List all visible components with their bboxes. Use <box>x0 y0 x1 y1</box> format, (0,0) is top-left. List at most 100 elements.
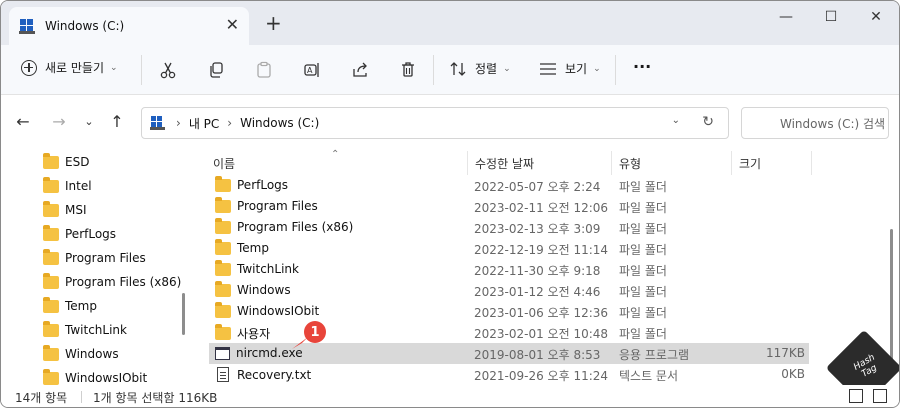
folder-icon <box>215 217 231 234</box>
sort-button[interactable]: 정렬 ⌄ <box>449 60 511 77</box>
folder-icon <box>215 324 231 340</box>
file-name: Temp <box>237 241 269 255</box>
table-row[interactable]: Program Files (x86) 2023-02-13 오후 3:09 파… <box>209 217 809 238</box>
column-divider[interactable] <box>611 151 612 175</box>
table-row[interactable]: Windows 2023-01-12 오전 4:46 파일 폴더 <box>209 280 809 301</box>
item-count: 14개 항목 <box>15 391 68 405</box>
nav-item-label: Program Files <box>65 251 146 265</box>
more-options-button[interactable]: ··· <box>633 57 651 76</box>
status-bar: 14개 항목 1개 항목 선택함 116KB <box>1 385 899 407</box>
refresh-icon[interactable]: ↻ <box>702 114 714 130</box>
up-arrow-icon[interactable]: ↑ <box>107 112 127 131</box>
nav-item-label: WindowsIObit <box>65 371 148 385</box>
file-type: 파일 폴더 <box>619 222 667 236</box>
table-row[interactable]: TwitchLink 2022-11-30 오후 9:18 파일 폴더 <box>209 259 809 280</box>
table-row[interactable]: WindowsIObit 2023-01-06 오후 12:36 파일 폴더 <box>209 301 809 322</box>
new-button-label: 새로 만들기 <box>45 61 105 75</box>
folder-icon <box>43 272 59 289</box>
trash-icon <box>402 62 414 77</box>
nav-item-program-files[interactable]: Program Files <box>43 247 146 269</box>
file-date: 2022-05-07 오후 2:24 <box>474 180 601 194</box>
divider <box>141 55 142 85</box>
tab-windows-c[interactable]: Windows (C:) ✕ <box>9 7 249 45</box>
file-date: 2023-02-01 오전 10:48 <box>474 327 609 341</box>
nav-item-perflogs[interactable]: PerfLogs <box>43 223 116 245</box>
table-row[interactable]: PerfLogs 2022-05-07 오후 2:24 파일 폴더 <box>209 175 809 196</box>
file-date: 2019-08-01 오후 8:53 <box>474 348 601 362</box>
column-header-size[interactable]: 크기 <box>739 149 761 177</box>
column-divider[interactable] <box>731 151 732 175</box>
view-button[interactable]: 보기 ⌄ <box>539 60 601 77</box>
nav-item-label: Windows <box>65 347 119 361</box>
details-view-icon[interactable] <box>849 389 863 403</box>
nav-item-windows[interactable]: Windows <box>43 343 119 365</box>
divider <box>81 391 82 403</box>
new-tab-button[interactable]: + <box>265 13 282 33</box>
copy-icon <box>210 62 223 78</box>
breadcrumb-windows-c[interactable]: Windows (C:) <box>240 116 319 130</box>
share-button[interactable] <box>349 59 371 81</box>
table-row[interactable]: Program Files 2023-02-11 오전 12:06 파일 폴더 <box>209 196 809 217</box>
folder-icon <box>43 344 59 361</box>
column-header-date[interactable]: 수정한 날짜 <box>475 149 534 177</box>
minimize-button[interactable]: — <box>771 9 801 25</box>
file-size: 0KB <box>781 367 805 381</box>
nav-item-intel[interactable]: Intel <box>43 175 92 197</box>
drive-icon <box>19 18 35 34</box>
nav-item-label: ESD <box>65 155 90 169</box>
address-row: ← → ⌄ ↑ › 내 PC › Windows (C:) ⌄ ↻ Window… <box>1 95 899 149</box>
sort-label: 정렬 <box>475 62 498 76</box>
file-date: 2023-02-13 오후 3:09 <box>474 222 601 236</box>
file-list-scrollbar[interactable] <box>890 229 893 375</box>
text-document-icon <box>217 367 229 382</box>
paste-button[interactable] <box>253 59 275 81</box>
file-date: 2023-01-06 오후 12:36 <box>474 306 609 320</box>
new-button[interactable]: 새로 만들기 ⌄ <box>21 59 118 76</box>
address-dropdown-icon[interactable]: ⌄ <box>672 115 680 126</box>
search-input[interactable]: Windows (C:) 검색 <box>741 107 889 139</box>
table-row[interactable]: Temp 2022-12-19 오전 11:14 파일 폴더 <box>209 238 809 259</box>
folder-icon <box>215 280 231 297</box>
file-type: 응용 프로그램 <box>619 348 690 362</box>
nav-item-temp[interactable]: Temp <box>43 295 97 317</box>
navigation-pane: ESD Intel MSI PerfLogs Program Files Pro… <box>1 149 191 385</box>
share-icon <box>353 62 367 77</box>
close-window-button[interactable]: ✕ <box>861 9 891 25</box>
column-divider[interactable] <box>811 151 812 175</box>
sort-icon <box>450 61 466 76</box>
tab-title: Windows (C:) <box>45 19 125 33</box>
file-type: 파일 폴더 <box>619 285 667 299</box>
delete-button[interactable] <box>397 59 419 81</box>
chevron-right-icon: › <box>227 116 233 130</box>
nav-item-esd[interactable]: ESD <box>43 151 89 173</box>
nav-item-label: Intel <box>65 179 92 193</box>
forward-arrow-icon[interactable]: → <box>49 112 69 131</box>
column-header-name[interactable]: 이름 <box>213 149 235 177</box>
folder-icon <box>215 196 231 213</box>
file-name: Program Files (x86) <box>237 220 354 234</box>
back-arrow-icon[interactable]: ← <box>13 112 33 131</box>
search-placeholder: Windows (C:) 검색 <box>780 116 886 131</box>
column-header-type[interactable]: 유형 <box>619 149 641 177</box>
nav-item-label: TwitchLink <box>65 323 127 337</box>
file-date: 2023-01-12 오전 4:46 <box>474 285 601 299</box>
address-bar[interactable]: › 내 PC › Windows (C:) ⌄ ↻ <box>141 107 729 139</box>
nav-item-program-files-x86[interactable]: Program Files (x86) <box>43 271 181 293</box>
folder-icon <box>43 176 59 193</box>
tiles-view-icon[interactable] <box>873 389 887 403</box>
cut-button[interactable] <box>157 59 179 81</box>
nav-item-twitchlink[interactable]: TwitchLink <box>43 319 127 341</box>
file-name: Program Files <box>237 199 318 213</box>
command-bar: 새로 만들기 ⌄ A 정렬 ⌄ 보기 ⌄ ··· <box>1 45 899 95</box>
nav-item-msi[interactable]: MSI <box>43 199 87 221</box>
breadcrumb-this-pc[interactable]: 내 PC <box>189 115 219 132</box>
maximize-button[interactable]: ☐ <box>816 9 846 25</box>
tab-close-icon[interactable]: ✕ <box>226 17 239 33</box>
copy-button[interactable] <box>205 59 227 81</box>
column-divider[interactable] <box>467 151 468 175</box>
divider <box>615 55 616 85</box>
recent-locations-icon[interactable]: ⌄ <box>79 115 99 128</box>
table-row[interactable]: Recovery.txt 2021-09-26 오후 11:24 텍스트 문서 … <box>209 364 809 385</box>
rename-button[interactable]: A <box>301 59 323 81</box>
nav-pane-scrollbar[interactable] <box>182 293 185 335</box>
